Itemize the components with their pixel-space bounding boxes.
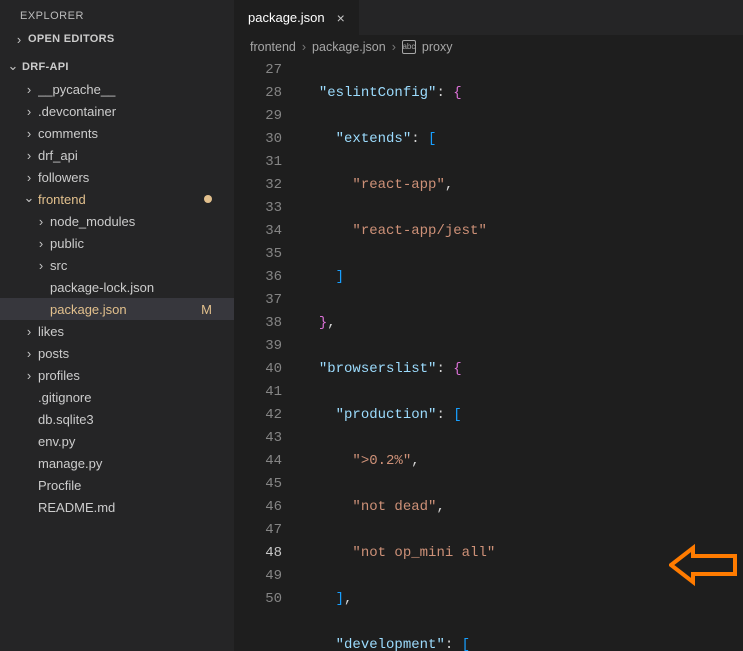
chevron-right-icon: › — [24, 104, 34, 119]
file-procfile[interactable]: Procfile — [0, 474, 234, 496]
folder-src[interactable]: › src — [0, 254, 234, 276]
chevron-right-icon: › — [24, 82, 34, 97]
chevron-right-icon: › — [24, 368, 34, 383]
modified-dot-icon — [204, 195, 212, 203]
modified-badge: M — [201, 302, 212, 317]
tab-package-json[interactable]: package.json × — [234, 0, 360, 35]
file-manage-py[interactable]: manage.py — [0, 452, 234, 474]
breadcrumb-key[interactable]: proxy — [422, 40, 453, 54]
chevron-right-icon: › — [24, 346, 34, 361]
chevron-down-icon: ⌄ — [8, 58, 18, 74]
chevron-right-icon: › — [24, 324, 34, 339]
explorer-sidebar: EXPLORER › OPEN EDITORS ⌄ DRF-API › __py… — [0, 0, 234, 651]
chevron-right-icon: › — [14, 32, 24, 47]
folder-devcontainer[interactable]: › .devcontainer — [0, 100, 234, 122]
breadcrumb[interactable]: frontend › package.json › abc proxy — [234, 35, 743, 59]
root-folder[interactable]: ⌄ DRF-API — [0, 56, 234, 78]
breadcrumb-file[interactable]: package.json — [312, 40, 386, 54]
chevron-right-icon: › — [24, 148, 34, 163]
folder-node-modules[interactable]: › node_modules — [0, 210, 234, 232]
folder-pycache[interactable]: › __pycache__ — [0, 78, 234, 100]
file-gitignore[interactable]: .gitignore — [0, 386, 234, 408]
string-icon: abc — [402, 40, 416, 54]
folder-profiles[interactable]: › profiles — [0, 364, 234, 386]
folder-drf-api[interactable]: › drf_api — [0, 144, 234, 166]
chevron-down-icon: ⌄ — [24, 190, 34, 206]
file-package-lock[interactable]: package-lock.json — [0, 276, 234, 298]
breadcrumb-frontend[interactable]: frontend — [250, 40, 296, 54]
editor-tabs: package.json × — [234, 0, 743, 35]
folder-public[interactable]: › public — [0, 232, 234, 254]
explorer-title: EXPLORER — [0, 6, 234, 28]
chevron-right-icon: › — [36, 236, 46, 251]
annotation-arrow-icon — [669, 542, 739, 588]
chevron-right-icon: › — [302, 40, 306, 54]
chevron-right-icon: › — [392, 40, 396, 54]
close-icon[interactable]: × — [333, 10, 349, 26]
file-env-py[interactable]: env.py — [0, 430, 234, 452]
folder-comments[interactable]: › comments — [0, 122, 234, 144]
file-package-json[interactable]: package.json M — [0, 298, 234, 320]
folder-posts[interactable]: › posts — [0, 342, 234, 364]
line-number-gutter: 27 28 29 30 31 32 33 34 35 36 37 38 39 4… — [234, 59, 302, 651]
folder-followers[interactable]: › followers — [0, 166, 234, 188]
chevron-right-icon: › — [24, 126, 34, 141]
file-db-sqlite[interactable]: db.sqlite3 — [0, 408, 234, 430]
code-editor[interactable]: 27 28 29 30 31 32 33 34 35 36 37 38 39 4… — [234, 59, 743, 651]
file-readme[interactable]: README.md — [0, 496, 234, 518]
editor-pane: package.json × frontend › package.json ›… — [234, 0, 743, 651]
chevron-right-icon: › — [36, 214, 46, 229]
chevron-right-icon: › — [36, 258, 46, 273]
open-editors-section[interactable]: › OPEN EDITORS — [0, 28, 234, 50]
tab-label: package.json — [248, 10, 325, 25]
chevron-right-icon: › — [24, 170, 34, 185]
folder-frontend[interactable]: ⌄ frontend — [0, 188, 234, 210]
folder-likes[interactable]: › likes — [0, 320, 234, 342]
